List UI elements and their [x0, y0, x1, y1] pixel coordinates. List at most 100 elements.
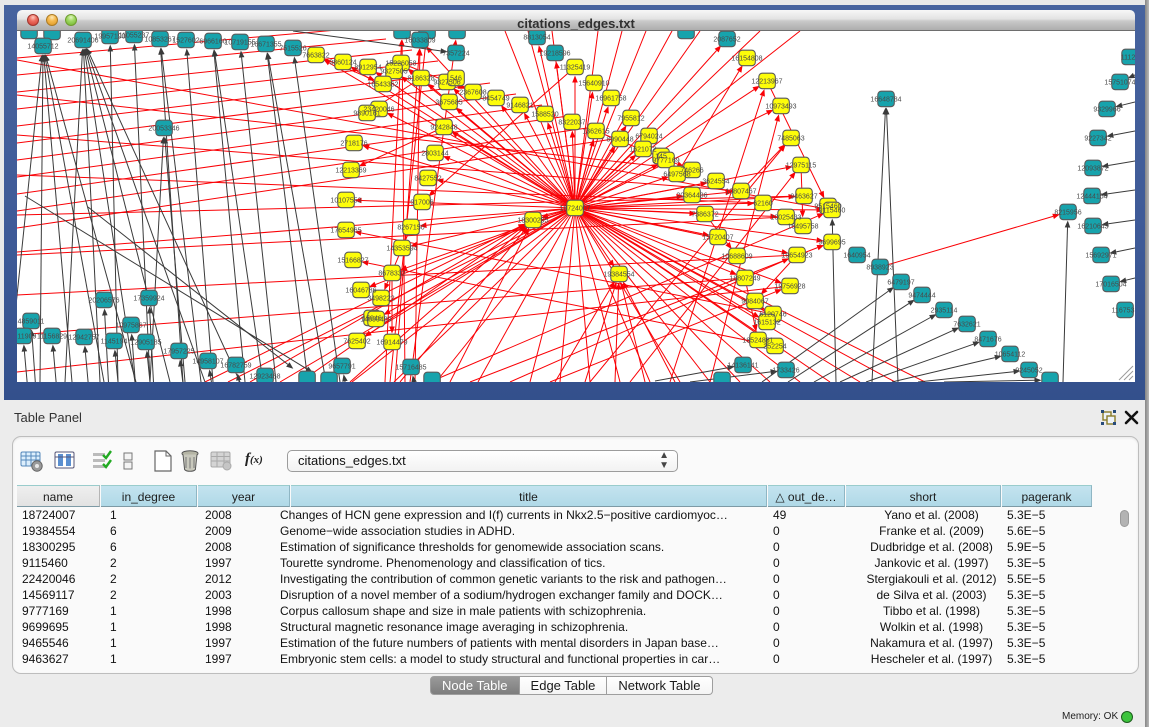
svg-text:1615132: 1615132	[753, 320, 780, 327]
svg-text:19384554: 19384554	[603, 272, 634, 279]
svg-text:7955812: 7955812	[617, 116, 644, 123]
svg-text:7632621: 7632621	[953, 322, 980, 329]
svg-text:16495758: 16495758	[787, 224, 818, 231]
svg-text:12905185: 12905185	[130, 340, 161, 347]
svg-text:15751074: 15751074	[1104, 80, 1135, 87]
svg-text:20053346: 20053346	[148, 126, 179, 133]
svg-text:16648784: 16648784	[870, 97, 901, 104]
svg-text:9890161: 9890161	[353, 111, 380, 118]
svg-text:1167531: 1167531	[1112, 308, 1135, 315]
svg-text:9327505: 9327505	[380, 69, 407, 76]
svg-text:8912954: 8912954	[354, 65, 381, 72]
svg-text:15720407: 15720407	[702, 235, 733, 242]
svg-text:11121: 11121	[1121, 55, 1135, 62]
svg-text:17016504: 17016504	[1095, 282, 1126, 289]
svg-text:14055712: 14055712	[27, 44, 58, 51]
svg-text:9860124: 9860124	[329, 60, 356, 67]
svg-text:11325419: 11325419	[560, 65, 591, 72]
svg-text:14099489: 14099489	[360, 317, 391, 324]
svg-text:16154808: 16154808	[731, 56, 762, 63]
svg-text:8454749: 8454749	[482, 96, 509, 103]
svg-text:10975867: 10975867	[115, 323, 146, 330]
svg-text:6497568: 6497568	[663, 172, 690, 179]
svg-text:15640910: 15640910	[578, 81, 609, 88]
svg-text:4859011: 4859011	[18, 319, 45, 326]
svg-text:16046786: 16046786	[345, 288, 376, 295]
svg-text:9329966: 9329966	[1093, 107, 1120, 114]
svg-text:3624554: 3624554	[702, 179, 729, 186]
svg-text:10958107: 10958107	[192, 359, 223, 366]
svg-text:8471676: 8471676	[974, 337, 1001, 344]
svg-text:10107553: 10107553	[330, 198, 361, 205]
svg-text:7625402: 7625402	[343, 339, 370, 346]
svg-text:17359924: 17359924	[133, 296, 164, 303]
svg-text:10688609: 10688609	[721, 254, 752, 261]
svg-text:12923468: 12923468	[249, 374, 280, 381]
svg-text:6794024: 6794024	[635, 134, 662, 141]
svg-text:12942757: 12942757	[68, 335, 99, 342]
svg-text:10025433: 10025433	[770, 215, 801, 222]
svg-text:15716485: 15716485	[395, 365, 426, 372]
svg-text:12975115: 12975115	[786, 163, 817, 170]
svg-text:2718176: 2718176	[340, 141, 367, 148]
svg-text:8215956: 8215956	[1054, 210, 1081, 217]
svg-text:8322037: 8322037	[558, 120, 585, 127]
svg-text:9115460: 9115460	[819, 208, 846, 215]
svg-text:8427552: 8427552	[414, 176, 441, 183]
svg-text:9474444: 9474444	[908, 293, 935, 300]
svg-text:1527602: 1527602	[172, 38, 199, 45]
svg-text:14353594: 14353594	[386, 246, 417, 253]
svg-text:10654112: 10654112	[995, 352, 1026, 359]
svg-text:9242848: 9242848	[430, 125, 457, 132]
svg-text:17957225: 17957225	[163, 349, 194, 356]
svg-text:9227342: 9227342	[1084, 136, 1111, 143]
svg-text:3675685: 3675685	[435, 100, 462, 107]
svg-text:1733426: 1733426	[772, 368, 799, 375]
svg-text:7663822: 7663822	[302, 53, 329, 60]
svg-text:3498222: 3498222	[367, 296, 394, 303]
svg-text:11156829: 11156829	[37, 334, 67, 341]
svg-text:8938923: 8938923	[866, 265, 893, 272]
svg-text:19218596: 19218596	[539, 51, 570, 58]
svg-text:16543362: 16543362	[367, 82, 398, 89]
svg-text:16914479: 16914479	[376, 340, 407, 347]
svg-text:20364436: 20364436	[676, 193, 707, 200]
svg-text:20206576: 20206576	[88, 298, 119, 305]
svg-text:9777169: 9777169	[652, 158, 679, 165]
svg-text:6966160: 6966160	[199, 39, 226, 46]
svg-text:1640954: 1640954	[843, 253, 870, 260]
svg-text:7515526: 7515526	[279, 46, 306, 53]
svg-text:3911909: 3911909	[17, 334, 36, 341]
svg-text:8678332: 8678332	[378, 271, 405, 278]
svg-text:9463627: 9463627	[790, 194, 817, 201]
svg-text:2087652: 2087652	[713, 37, 740, 44]
svg-text:7357224: 7357224	[442, 51, 469, 58]
svg-text:16210643: 16210643	[1077, 224, 1108, 231]
svg-text:12213967: 12213967	[751, 79, 782, 86]
svg-text:8186328: 8186328	[407, 76, 434, 83]
svg-text:9245052: 9245052	[1015, 368, 1042, 375]
svg-text:1145194: 1145194	[101, 339, 128, 346]
svg-text:14136141: 14136141	[727, 363, 758, 370]
svg-text:8267150: 8267150	[397, 225, 424, 232]
svg-text:1362615: 1362615	[582, 129, 609, 136]
svg-text:16033809: 16033809	[404, 38, 435, 45]
svg-text:18300295: 18300295	[517, 218, 548, 225]
svg-text:252254: 252254	[763, 344, 786, 351]
svg-text:18807249: 18807249	[729, 276, 760, 283]
svg-text:917006: 917006	[410, 200, 433, 207]
svg-text:546: 546	[450, 76, 462, 83]
svg-text:19756928: 19756928	[774, 284, 805, 291]
svg-text:16782759: 16782759	[220, 363, 251, 370]
svg-text:18724007: 18724007	[559, 206, 590, 213]
svg-text:9657791: 9657791	[328, 364, 355, 371]
svg-text:7485063: 7485063	[777, 136, 804, 143]
svg-text:2935114: 2935114	[931, 308, 958, 315]
svg-text:9699695: 9699695	[818, 240, 845, 247]
svg-text:12213369: 12213369	[335, 168, 366, 175]
svg-text:8813054: 8813054	[523, 35, 550, 42]
svg-text:1588520: 1588520	[531, 112, 558, 119]
svg-text:15692971: 15692971	[1085, 253, 1116, 260]
svg-text:9146821: 9146821	[506, 103, 533, 110]
svg-text:9084067: 9084067	[741, 299, 768, 306]
